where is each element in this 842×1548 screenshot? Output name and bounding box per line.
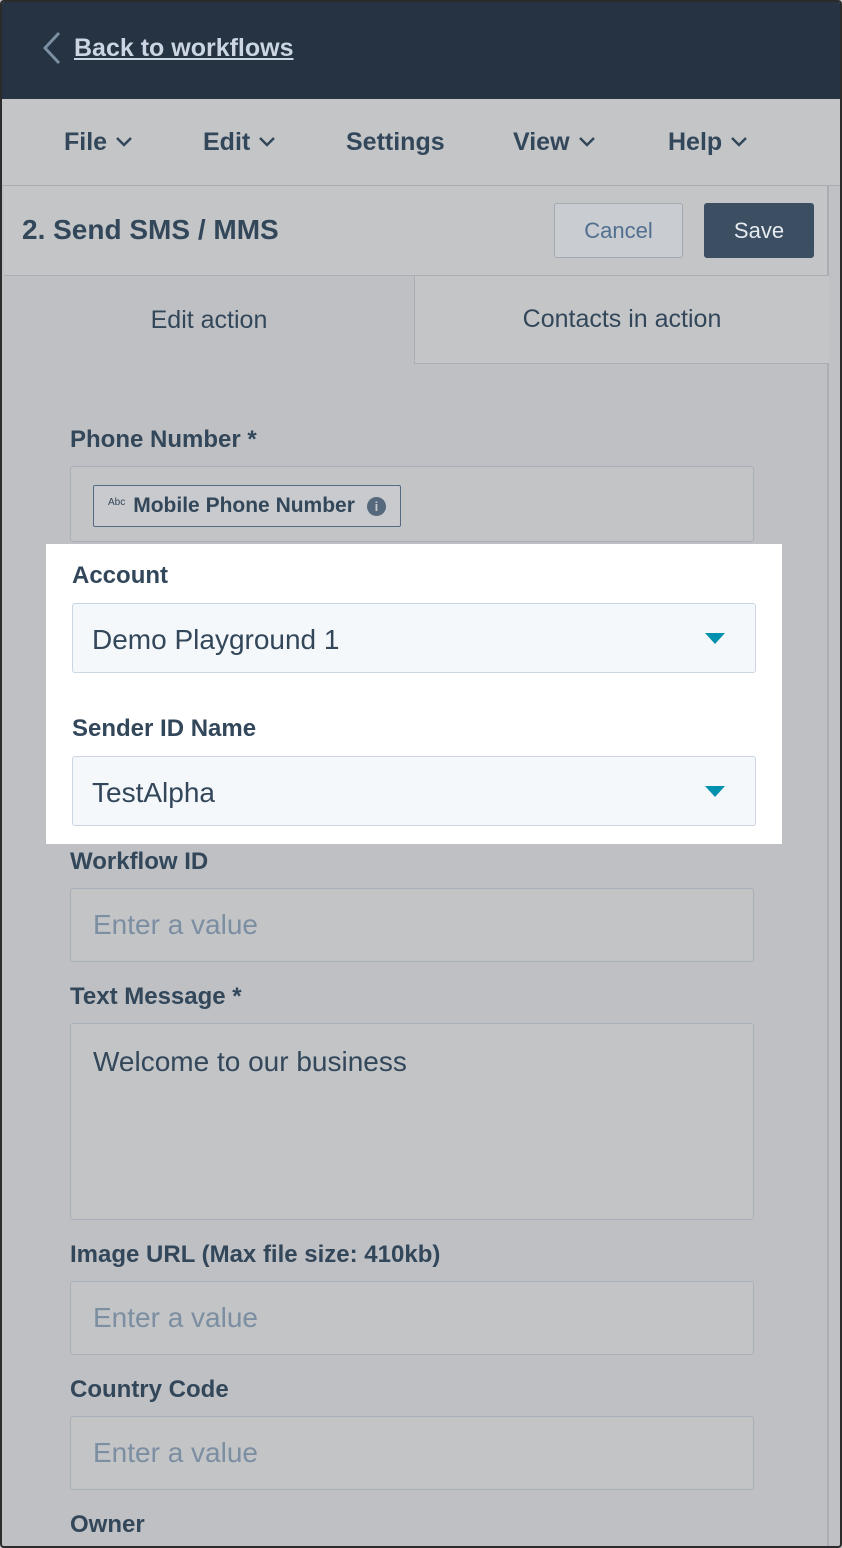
action-title: 2. Send SMS / MMS bbox=[22, 214, 279, 245]
menu-settings-label: Settings bbox=[346, 127, 445, 156]
menu-settings[interactable]: Settings bbox=[346, 125, 445, 159]
back-to-workflows-link[interactable]: Back to workflows bbox=[42, 30, 294, 66]
menu-help[interactable]: Help bbox=[668, 125, 748, 159]
owner-label: Owner bbox=[70, 1511, 145, 1538]
tab-edit-action[interactable]: Edit action bbox=[4, 276, 414, 364]
chevron-down-icon bbox=[259, 137, 276, 147]
menu-edit-label: Edit bbox=[203, 127, 251, 156]
workflow-id-placeholder: Enter a value bbox=[93, 909, 258, 940]
highlighted-section: Account Demo Playground 1 Sender ID Name… bbox=[46, 544, 782, 844]
text-message-textarea[interactable]: Welcome to our business bbox=[70, 1023, 754, 1220]
chevron-down-icon bbox=[578, 137, 595, 147]
chevron-down-icon bbox=[116, 137, 132, 147]
panel-header: 2. Send SMS / MMS Cancel Save bbox=[4, 186, 827, 276]
menu-view-label: View bbox=[513, 127, 570, 156]
mobile-phone-token[interactable]: Abc Mobile Phone Number i bbox=[93, 485, 401, 527]
app-frame: Back to workflows File Edit Settings Vie… bbox=[0, 0, 842, 1548]
phone-number-label: Phone Number * bbox=[70, 426, 257, 453]
cancel-button[interactable]: Cancel bbox=[554, 203, 683, 258]
back-link-label: Back to workflows bbox=[74, 33, 294, 62]
menu-edit[interactable]: Edit bbox=[203, 125, 276, 159]
workflow-id-label: Workflow ID bbox=[70, 848, 209, 875]
caret-down-icon bbox=[705, 786, 725, 797]
menu-view[interactable]: View bbox=[513, 125, 596, 159]
image-url-input[interactable]: Enter a value bbox=[70, 1281, 754, 1355]
top-bar: Back to workflows bbox=[2, 2, 840, 99]
menu-bar: File Edit Settings View Help bbox=[2, 99, 840, 186]
text-message-value: Welcome to our business bbox=[93, 1046, 407, 1077]
chevron-down-icon bbox=[731, 137, 748, 147]
country-code-placeholder: Enter a value bbox=[93, 1437, 258, 1468]
token-label: Mobile Phone Number bbox=[133, 494, 355, 517]
menu-file-label: File bbox=[64, 127, 108, 156]
tab-contacts-in-action[interactable]: Contacts in action bbox=[414, 276, 829, 364]
menu-file[interactable]: File bbox=[64, 125, 133, 159]
account-value: Demo Playground 1 bbox=[92, 624, 340, 655]
text-type-icon: Abc bbox=[108, 496, 126, 508]
workflow-id-input[interactable]: Enter a value bbox=[70, 888, 754, 962]
sender-id-select[interactable]: TestAlpha bbox=[72, 756, 756, 826]
image-url-placeholder: Enter a value bbox=[93, 1302, 258, 1333]
phone-number-field[interactable]: Abc Mobile Phone Number i bbox=[70, 466, 754, 542]
country-code-input[interactable]: Enter a value bbox=[70, 1416, 754, 1490]
account-select[interactable]: Demo Playground 1 bbox=[72, 603, 756, 673]
text-message-label: Text Message * bbox=[70, 983, 242, 1010]
caret-down-icon bbox=[705, 633, 725, 644]
sender-id-value: TestAlpha bbox=[92, 777, 215, 808]
info-icon[interactable]: i bbox=[366, 496, 386, 516]
save-button[interactable]: Save bbox=[704, 203, 814, 258]
chevron-left-icon bbox=[42, 31, 61, 65]
image-url-label: Image URL (Max file size: 410kb) bbox=[70, 1241, 441, 1268]
country-code-label: Country Code bbox=[70, 1376, 229, 1403]
account-label: Account bbox=[72, 562, 168, 589]
menu-help-label: Help bbox=[668, 127, 723, 156]
sender-id-label: Sender ID Name bbox=[72, 715, 257, 742]
